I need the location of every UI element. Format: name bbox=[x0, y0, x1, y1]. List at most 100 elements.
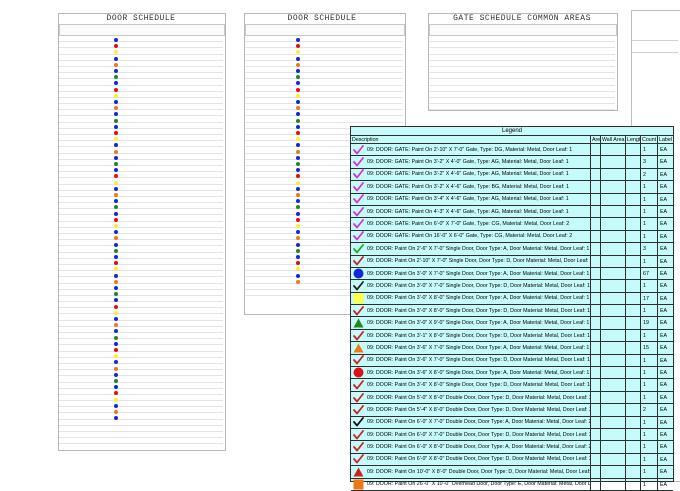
legend-row[interactable]: 09: DOOR: Paint On 3'-6" X 7'-0" Single … bbox=[351, 354, 673, 368]
legend-row[interactable]: 09: DOOR: Paint On 6'-0" X 8'-0" Double … bbox=[351, 441, 673, 454]
legend-wall-area bbox=[601, 292, 626, 305]
col-description[interactable]: Description bbox=[351, 136, 591, 143]
square-icon bbox=[351, 293, 365, 304]
legend-row[interactable]: 09: DOOR: Paint On 2'-6" X 7'-0" Single … bbox=[351, 243, 673, 256]
legend-row[interactable]: 09: DOOR: GATE: Paint On 6'-0" X 7'-0" G… bbox=[351, 218, 673, 231]
legend-count: 1 bbox=[641, 428, 658, 441]
schedule-symbol-mark bbox=[114, 372, 118, 377]
legend-label: EA bbox=[660, 295, 668, 302]
legend-wall-area bbox=[601, 329, 626, 342]
legend-area bbox=[591, 379, 601, 391]
schedule-symbol-mark bbox=[114, 87, 118, 92]
legend-row[interactable]: 09: DOOR: Paint On 5'-0" X 8'-0" Double … bbox=[351, 391, 673, 405]
door-schedule-title-1: DOOR SCHEDULE bbox=[106, 14, 176, 23]
legend-row[interactable]: 09: DOOR: GATE: Paint On 3'-2" X 4'-0" G… bbox=[351, 156, 673, 169]
legend-row[interactable]: 09: DOOR: Paint On 3'-1" X 8'-0" Single … bbox=[351, 329, 673, 343]
schedule-symbol-mark bbox=[296, 100, 300, 104]
legend-wall-area bbox=[601, 354, 626, 367]
legend-count: 3 bbox=[641, 243, 658, 255]
legend-label: EA bbox=[660, 332, 668, 339]
legend-description: 09: DOOR: Paint On 3'-0" X 7'-0" Single … bbox=[351, 280, 591, 292]
legend-row[interactable]: 09: DOOR: Paint On 3'-0" X 7'-0" Single … bbox=[351, 267, 673, 281]
legend-description: 09: DOOR: Paint On 5'-0" X 8'-0" Double … bbox=[351, 391, 591, 404]
legend-label: EA bbox=[660, 456, 668, 463]
legend-row[interactable]: 09: DOOR: GATE: Paint On 3'-2" X 4'-6" G… bbox=[351, 168, 673, 182]
legend-length bbox=[626, 428, 641, 441]
legend-label: EA bbox=[660, 469, 668, 476]
legend-row[interactable]: 09: DOOR: Paint On 3'-0" X 9'-0" Single … bbox=[351, 317, 673, 330]
legend-row[interactable]: 09: DOOR: Paint On 6'-0" X 7'-0" Double … bbox=[351, 428, 673, 442]
legend-row[interactable]: 09: DOOR: Paint On 3'-6" X 7'-0" Single … bbox=[351, 342, 673, 355]
check-icon bbox=[351, 206, 365, 217]
legend-row[interactable]: 09: DOOR: Paint On 10'-0" X 8'-0" Double… bbox=[351, 466, 673, 479]
check-icon bbox=[351, 194, 365, 205]
check-icon bbox=[351, 355, 365, 366]
legend-row[interactable]: 09: DOOR: Paint On 2'-10" X 7'-0" Single… bbox=[351, 255, 673, 268]
legend-row[interactable]: 09: DOOR: GATE: Paint On 3'-2" X 4'-6" G… bbox=[351, 181, 673, 194]
legend-label: EA bbox=[660, 208, 668, 215]
legend-count: 1 bbox=[641, 466, 658, 478]
schedule-symbol-mark bbox=[296, 242, 300, 247]
legend-row[interactable]: 09: DOOR: GATE: Paint On 3'-4" X 4'-6" G… bbox=[351, 193, 673, 206]
legend-description: 09: DOOR: Paint On 3'-6" X 8'-0" Single … bbox=[351, 379, 591, 391]
legend-description-text: 09: DOOR: GATE: Paint On 3'-2" X 4'-6" G… bbox=[367, 183, 569, 190]
legend-label: EA bbox=[660, 308, 668, 315]
legend-row[interactable]: 09: DOOR: Paint On 26'-0" X 10'-0" Overh… bbox=[351, 478, 673, 491]
legend-count: 1 bbox=[641, 144, 658, 156]
legend-area bbox=[591, 317, 601, 329]
legend-description: 09: DOOR: Paint On 5'-4" X 8'-0" Double … bbox=[351, 404, 591, 416]
col-area[interactable]: Area bbox=[591, 136, 601, 143]
col-wall-area[interactable]: Wall Area bbox=[601, 136, 626, 143]
legend-description: 09: DOOR: Paint On 3'-6" X 7'-0" Single … bbox=[351, 354, 591, 367]
legend-wall-area bbox=[601, 243, 626, 255]
schedule-symbol-mark bbox=[114, 100, 118, 104]
legend-row[interactable]: 09: DOOR: Paint On 5'-4" X 8'-0" Double … bbox=[351, 404, 673, 417]
legend-description: 09: DOOR: Paint On 3'-0" X 8'-0" Single … bbox=[351, 292, 591, 305]
circle-icon bbox=[351, 268, 365, 279]
legend-label: EA bbox=[660, 431, 668, 438]
schedule-symbol-mark bbox=[114, 193, 118, 197]
legend-row[interactable]: 09: DOOR: Paint On 3'-0" X 7'-0" Single … bbox=[351, 280, 673, 293]
schedule-symbol-mark bbox=[114, 149, 118, 154]
legend-row[interactable]: 09: DOOR: Paint On 3'-0" X 8'-0" Single … bbox=[351, 305, 673, 318]
legend-row[interactable]: 09: DOOR: Paint On 6'-0" X 7'-0" Double … bbox=[351, 416, 673, 429]
legend-count: 17 bbox=[641, 292, 658, 305]
legend-count: 1 bbox=[641, 205, 658, 218]
legend-length bbox=[626, 218, 641, 230]
door-schedule-header-2 bbox=[245, 24, 405, 36]
check-icon bbox=[351, 379, 365, 390]
legend-row[interactable]: 09: DOOR: Paint On 3'-6" X 8'-0" Single … bbox=[351, 379, 673, 392]
legend-row[interactable]: 09: DOOR: GATE: Paint On 4'-3" X 4'-6" G… bbox=[351, 205, 673, 219]
legend-row[interactable]: 09: DOOR: Paint On 6'-0" X 8'-0" Double … bbox=[351, 453, 673, 467]
legend-row[interactable]: 09: DOOR: Paint On 3'-6" X 8'-0" Single … bbox=[351, 367, 673, 380]
legend-wall-area bbox=[601, 255, 626, 267]
legend-count: 1 bbox=[641, 416, 658, 428]
schedule-symbol-mark bbox=[296, 124, 300, 129]
schedule-symbol-mark bbox=[296, 56, 300, 61]
schedule-symbol-mark bbox=[114, 403, 118, 408]
legend-count: 1 bbox=[641, 441, 658, 453]
schedule-symbol-mark bbox=[114, 273, 118, 278]
legend-description-text: 09: DOOR: GATE: Paint On 6'-0" X 7'-0" G… bbox=[367, 221, 570, 228]
legend-row[interactable]: 09: DOOR: Paint On 3'-0" X 8'-0" Single … bbox=[351, 292, 673, 306]
legend-description: 09: DOOR: GATE: Paint On 3'-2" X 4'-6" G… bbox=[351, 181, 591, 193]
legend-label: EA bbox=[660, 370, 668, 377]
legend-area bbox=[591, 453, 601, 466]
legend-description-text: 09: DOOR: Paint On 3'-6" X 8'-0" Single … bbox=[367, 369, 590, 376]
door-schedule-title-2: DOOR SCHEDULE bbox=[287, 14, 357, 23]
legend-area bbox=[591, 466, 601, 478]
legend-count: 19 bbox=[641, 317, 658, 329]
legend-panel[interactable]: Legend Description Area Wall Area Length… bbox=[350, 126, 674, 491]
col-label[interactable]: Label bbox=[658, 136, 673, 143]
schedule-symbol-mark bbox=[296, 279, 300, 284]
col-length[interactable]: Length bbox=[626, 136, 641, 143]
schedule-symbol-mark bbox=[114, 118, 118, 123]
legend-description-text: 09: DOOR: Paint On 10'-0" X 8'-0" Double… bbox=[367, 468, 591, 475]
legend-area bbox=[591, 329, 601, 342]
col-count[interactable]: Count bbox=[641, 136, 658, 143]
legend-wall-area bbox=[601, 391, 626, 404]
legend-count: 1 bbox=[641, 379, 658, 391]
gate-schedule-title: GATE SCHEDULE COMMON AREAS bbox=[453, 14, 591, 23]
legend-row[interactable]: 09: DOOR: GATE: Paint On 2'-10" X 7'-0" … bbox=[351, 144, 673, 157]
legend-row[interactable]: 09: DOOR: GATE: Paint On 16'-0" X 6'-0" … bbox=[351, 230, 673, 244]
